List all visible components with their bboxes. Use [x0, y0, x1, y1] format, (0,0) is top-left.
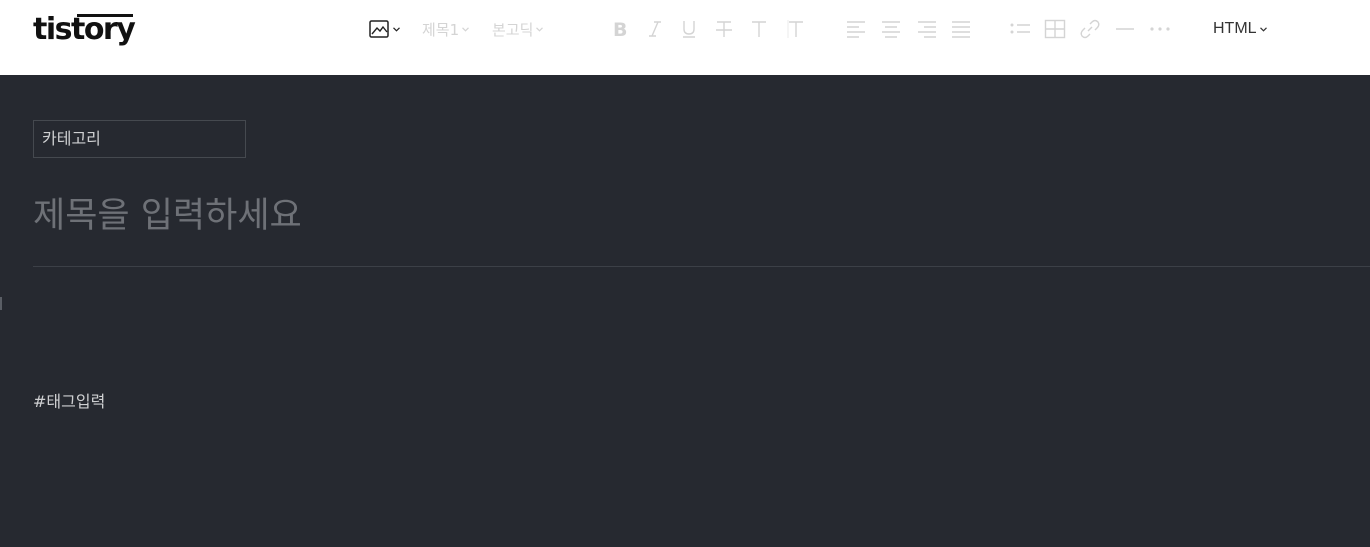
editor-mode-select[interactable]: HTML — [1213, 16, 1267, 42]
editor-header: tistory 제목1 본고딕 B HTML — [0, 0, 1370, 75]
text-background-button[interactable] — [787, 16, 805, 42]
horizontal-rule-icon — [1116, 28, 1134, 30]
heading-select-label: 제목1 — [422, 20, 460, 39]
bullet-list-button[interactable] — [1009, 16, 1031, 42]
align-right-button[interactable] — [917, 16, 937, 42]
text-color-icon — [752, 21, 766, 37]
chevron-down-icon — [536, 26, 544, 32]
chevron-down-icon — [1259, 26, 1267, 32]
chevron-down-icon — [462, 26, 470, 32]
strikethrough-icon — [716, 21, 732, 37]
more-icon — [1150, 27, 1170, 31]
align-justify-button[interactable] — [951, 16, 971, 42]
align-left-button[interactable] — [846, 16, 866, 42]
align-justify-icon — [952, 21, 970, 38]
list-icon — [1010, 23, 1030, 34]
text-bg-icon — [787, 20, 803, 38]
text-color-button[interactable] — [750, 16, 768, 42]
horizontal-rule-button[interactable] — [1115, 16, 1135, 42]
tag-input[interactable]: #태그입력 — [33, 390, 433, 414]
strikethrough-button[interactable] — [715, 16, 733, 42]
underline-icon — [683, 21, 695, 38]
bold-icon: B — [613, 19, 627, 39]
align-left-icon — [847, 21, 865, 38]
heading-select[interactable]: 제목1 — [422, 16, 470, 42]
insert-link-button[interactable] — [1079, 16, 1101, 42]
title-input[interactable]: 제목을 입력하세요 — [33, 190, 1370, 242]
italic-icon — [649, 21, 661, 37]
italic-button[interactable] — [647, 16, 663, 42]
insert-table-button[interactable] — [1044, 16, 1066, 42]
title-divider — [33, 266, 1370, 267]
logo-underline — [77, 14, 133, 17]
tistory-logo[interactable]: tistory — [33, 12, 136, 48]
category-select[interactable]: 카테고리 — [33, 120, 246, 158]
underline-button[interactable] — [680, 16, 698, 42]
bold-button[interactable]: B — [611, 16, 629, 42]
editor-mode-label: HTML — [1213, 20, 1257, 37]
image-icon — [369, 19, 389, 38]
align-center-button[interactable] — [881, 16, 901, 42]
font-select[interactable]: 본고딕 — [492, 16, 544, 42]
more-button[interactable] — [1149, 16, 1171, 42]
font-select-label: 본고딕 — [492, 20, 534, 39]
chevron-down-icon — [393, 26, 400, 32]
insert-image-button[interactable] — [369, 16, 400, 42]
link-icon — [1080, 19, 1100, 39]
svg-text:B: B — [613, 19, 627, 39]
content-cursor — [0, 297, 2, 310]
table-icon — [1044, 19, 1066, 39]
align-center-icon — [882, 21, 900, 38]
align-right-icon — [918, 21, 936, 38]
